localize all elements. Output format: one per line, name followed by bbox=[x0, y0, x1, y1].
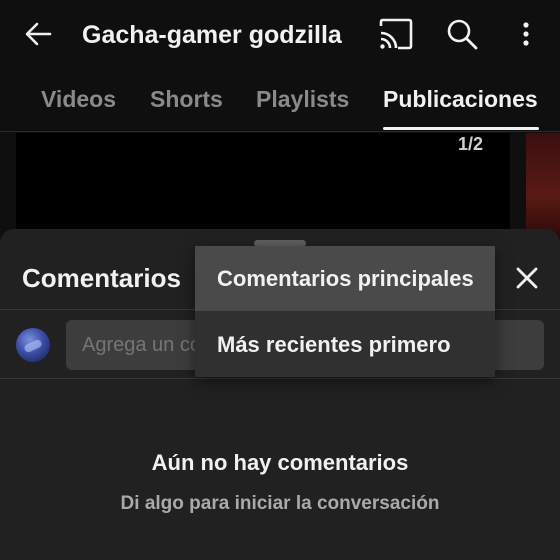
more-vert-icon[interactable] bbox=[515, 18, 537, 50]
cast-icon[interactable] bbox=[378, 17, 414, 51]
page-indicator: 1/2 bbox=[458, 134, 484, 154]
posts-content: 1/2 bbox=[0, 133, 560, 243]
search-icon[interactable] bbox=[444, 16, 480, 52]
divider bbox=[0, 378, 560, 379]
comments-title: Comentarios bbox=[22, 263, 181, 293]
close-icon[interactable] bbox=[512, 263, 542, 293]
channel-title: Gacha-gamer godzilla bbox=[82, 21, 342, 49]
tab-shorts[interactable]: Shorts bbox=[150, 84, 223, 114]
back-arrow-icon[interactable] bbox=[22, 18, 54, 50]
tab-publicaciones[interactable]: Publicaciones bbox=[383, 84, 538, 114]
empty-state-title: Aún no hay comentarios bbox=[151, 450, 409, 475]
sort-option-top-comments[interactable]: Comentarios principales bbox=[195, 246, 495, 311]
empty-state-subtitle: Di algo para iniciar la conversación bbox=[120, 493, 440, 514]
sort-menu: Comentarios principales Más recientes pr… bbox=[195, 246, 495, 377]
tab-playlists[interactable]: Playlists bbox=[256, 84, 349, 114]
next-post-media-peek[interactable] bbox=[526, 133, 560, 238]
tab-videos[interactable]: Videos bbox=[41, 84, 116, 114]
sort-option-newest-first[interactable]: Más recientes primero bbox=[195, 312, 495, 377]
active-tab-indicator bbox=[383, 127, 539, 130]
top-app-bar: Gacha-gamer godzilla bbox=[0, 0, 560, 70]
post-media[interactable] bbox=[16, 133, 510, 238]
channel-tabs: Videos Shorts Playlists Publicaciones bbox=[0, 70, 560, 132]
avatar bbox=[16, 328, 50, 362]
